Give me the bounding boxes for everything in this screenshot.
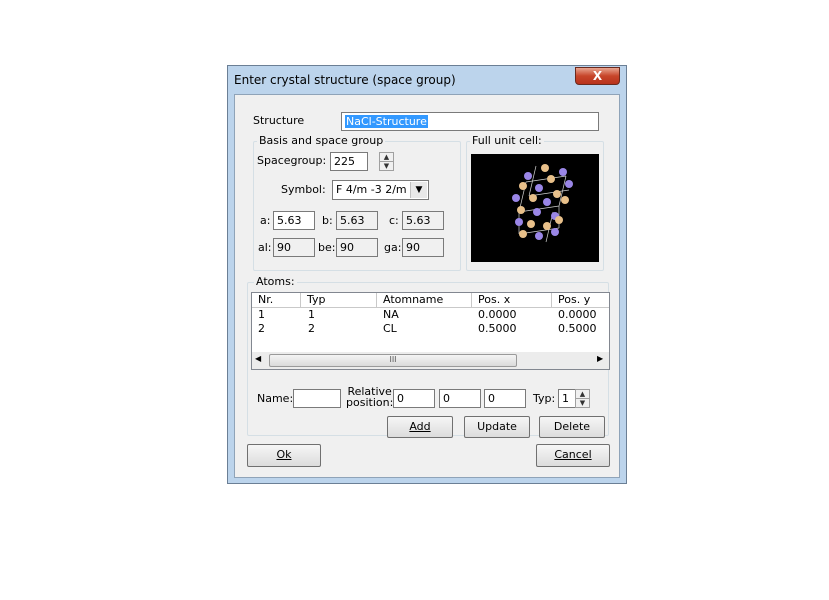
cell-nr: 2 [258,322,265,335]
symbol-label: Symbol: [281,183,326,196]
symbol-select[interactable]: F 4/m -3 2/m ▼ [332,180,429,200]
cell-atomname: NA [383,308,399,321]
dialog-client: Structure NaCl-Structure Basis and space… [234,94,620,478]
pos-y-input[interactable]: 0 [439,389,481,408]
delete-button[interactable]: Delete [539,416,605,438]
typ-spinner[interactable]: ▲ ▼ [575,389,590,408]
typ-label: Typ: [533,392,556,405]
spacegroup-spinner[interactable]: ▲ ▼ [379,152,394,171]
a-label: a: [260,214,271,227]
symbol-value: F 4/m -3 2/m [336,183,407,196]
add-button-label: Add [409,420,431,433]
relative-position-label: Relative position: [346,386,393,408]
pos-z-input[interactable]: 0 [484,389,526,408]
unit-cell-label: Full unit cell: [470,134,544,147]
cell-posy: 0.0000 [558,308,597,321]
name-input[interactable] [293,389,341,408]
update-button-label: Update [477,420,517,433]
relative-label-line2: position: [346,396,394,409]
scroll-left-icon[interactable]: ◀ [255,354,261,363]
ga-label: ga: [384,241,402,254]
structure-value: NaCl-Structure [345,115,428,128]
col-header-posy[interactable]: Pos. y [552,293,609,308]
horizontal-scrollbar[interactable]: ◀ III ▶ [252,352,609,369]
structure-input[interactable]: NaCl-Structure [341,112,599,131]
cancel-button[interactable]: Cancel [536,444,610,467]
cell-atomname: CL [383,322,397,335]
structure-label: Structure [253,114,305,127]
ok-button[interactable]: Ok [247,444,321,467]
col-header-posx[interactable]: Pos. x [472,293,552,308]
al-input: 90 [273,238,315,257]
ga-input: 90 [402,238,444,257]
cell-posx: 0.0000 [478,308,517,321]
window-title: Enter crystal structure (space group) [234,73,456,87]
close-button[interactable]: X [575,67,620,85]
atoms-label: Atoms: [254,275,297,288]
cell-typ: 1 [308,308,315,321]
col-header-typ[interactable]: Typ [301,293,377,308]
cancel-button-label: Cancel [554,448,592,461]
title-bar[interactable]: Enter crystal structure (space group) X [228,66,626,93]
scroll-thumb[interactable]: III [269,354,517,367]
a-input[interactable]: 5.63 [273,211,315,230]
be-input: 90 [336,238,378,257]
typ-input[interactable]: 1 [558,389,576,408]
basis-group: Basis and space group Spacegroup: 225 ▲ … [253,134,461,271]
al-label: al: [258,241,272,254]
unit-cell-image [512,164,573,243]
update-button[interactable]: Update [464,416,530,438]
name-label: Name: [257,392,294,405]
spacegroup-input[interactable]: 225 [330,152,368,171]
b-label: b: [322,214,333,227]
delete-button-label: Delete [553,420,591,433]
dialog-window: Enter crystal structure (space group) X … [227,65,627,484]
cell-posx: 0.5000 [478,322,517,335]
b-input: 5.63 [336,211,378,230]
col-header-atomname[interactable]: Atomname [377,293,472,308]
spin-down-icon[interactable]: ▼ [380,162,393,170]
spin-up-icon[interactable]: ▲ [380,153,393,162]
spin-down-icon[interactable]: ▼ [576,399,589,407]
chevron-down-icon[interactable]: ▼ [410,182,427,198]
c-input: 5.63 [402,211,444,230]
atoms-table[interactable]: Nr. Typ Atomname Pos. x Pos. y 1 1 NA 0.… [251,292,610,370]
basis-group-label: Basis and space group [257,134,386,147]
spin-up-icon[interactable]: ▲ [576,390,589,399]
c-label: c: [389,214,399,227]
ok-button-label: Ok [276,448,292,461]
be-label: be: [318,241,336,254]
cell-posy: 0.5000 [558,322,597,335]
unit-cell-group: Full unit cell: [466,134,604,271]
add-button[interactable]: Add [387,416,453,438]
cell-nr: 1 [258,308,265,321]
scroll-right-icon[interactable]: ▶ [597,354,603,363]
spacegroup-label: Spacegroup: [257,154,327,167]
col-header-nr[interactable]: Nr. [252,293,301,308]
cell-typ: 2 [308,322,315,335]
pos-x-input[interactable]: 0 [393,389,435,408]
atoms-group: Atoms: Nr. Typ Atomname Pos. x Pos. y 1 … [247,275,610,438]
unit-cell-view[interactable] [471,154,599,262]
